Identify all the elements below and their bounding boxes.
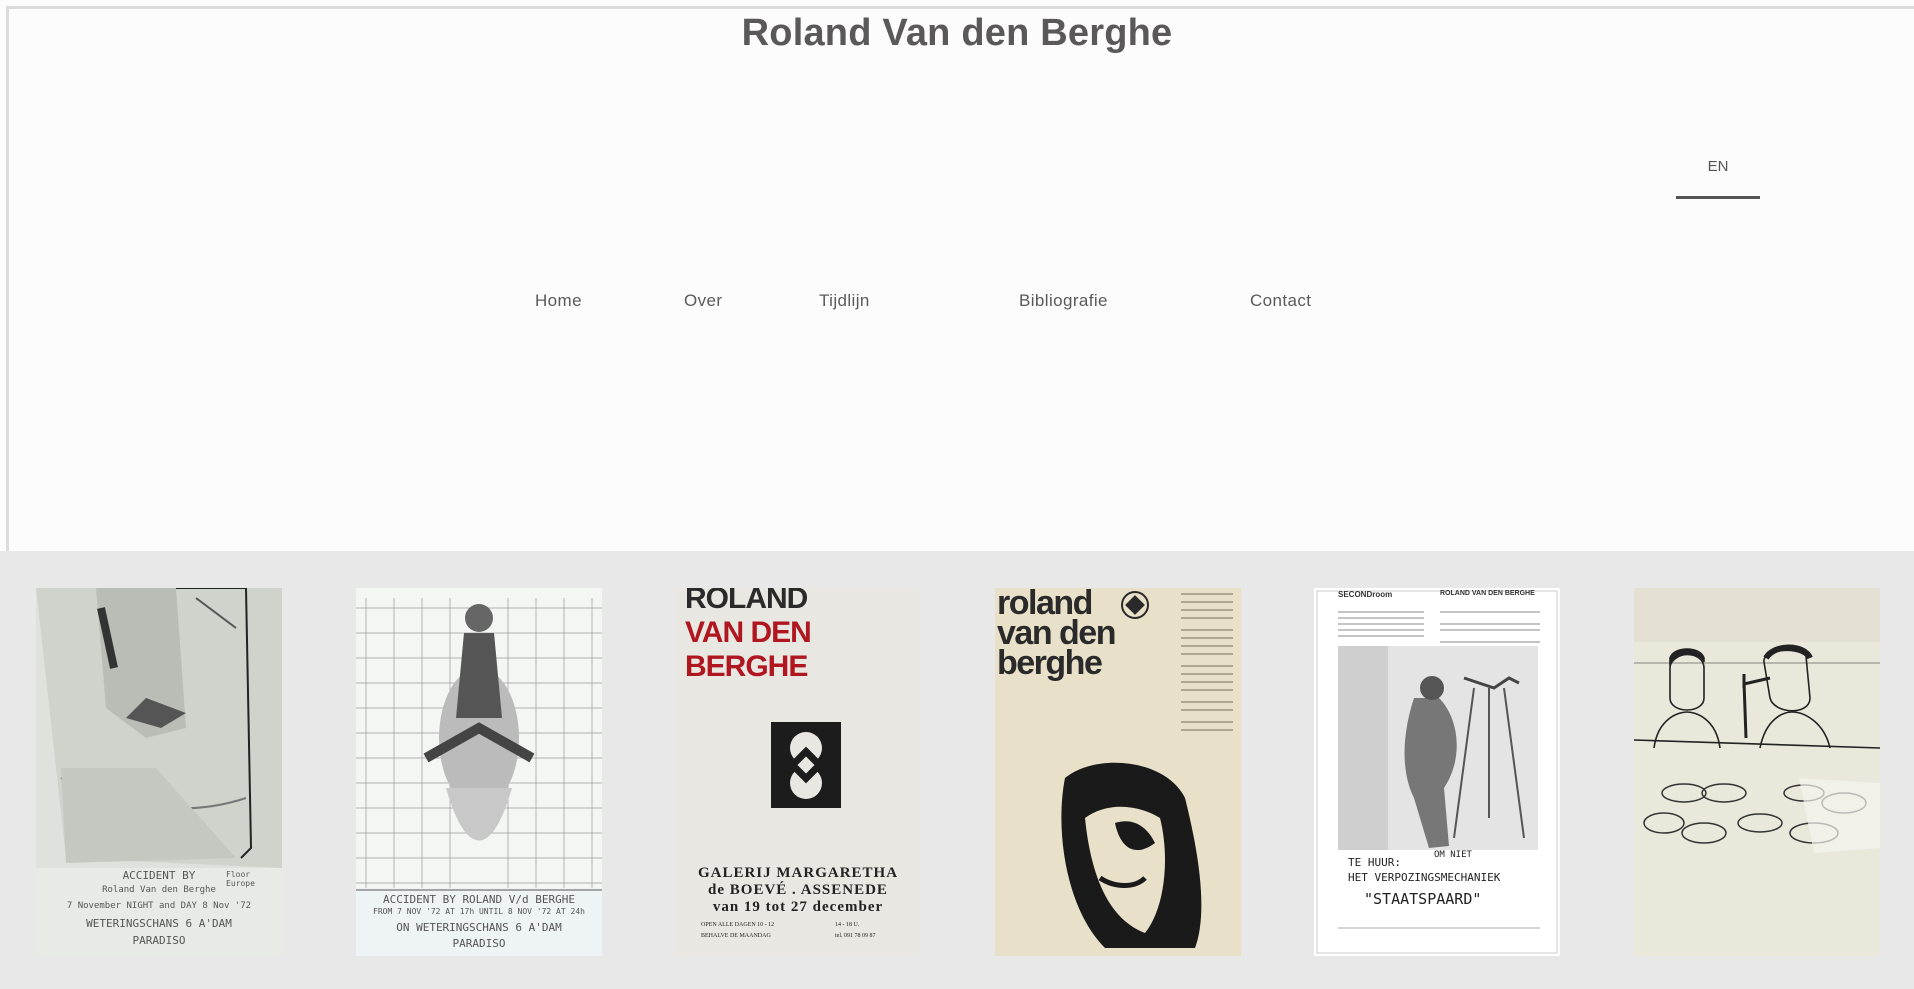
poster-5-header-right: ROLAND VAN DEN BERGHE (1440, 590, 1535, 597)
poster-3-line-3: van 19 tot 27 december (712, 899, 884, 915)
poster-5-header-left: SECONDroom (1338, 590, 1393, 599)
poster-3-headline-1: ROLAND (685, 588, 808, 615)
nav-item-home[interactable]: Home (535, 291, 582, 311)
poster-accident-2[interactable]: ACCIDENT BY ROLAND V/d BERGHE FROM 7 NOV… (356, 588, 602, 956)
poster-1-line-4: WETERINGSCHANS 6 A'DAM (86, 917, 232, 930)
nav-item-contact[interactable]: Contact (1250, 291, 1311, 311)
poster-accident-1[interactable]: ACCIDENT BY Roland Van den Berghe 7 Nove… (36, 588, 282, 956)
poster-2-line-1: ACCIDENT BY ROLAND V/d BERGHE (382, 893, 576, 906)
poster-5-line-4: "STAATSPAARD" (1364, 890, 1482, 908)
poster-2-line-3: ON WETERINGSCHANS 6 A'DAM (396, 921, 562, 934)
poster-two-figures-image (1634, 588, 1880, 956)
poster-3-small-right-2: tel. 091 78 09 87 (835, 933, 876, 939)
poster-3-small-left-2: BEHALVE DE MAANDAG (701, 933, 771, 939)
poster-5-line-1: TE HUUR: (1348, 856, 1401, 869)
poster-1-line-3: 7 November NIGHT and DAY 8 Nov '72 (66, 901, 252, 911)
nav-item-tijdlijn[interactable]: Tijdlijn (819, 291, 870, 311)
poster-5-line-3: HET VERPOZINGSMECHANIEK (1348, 871, 1501, 884)
site-title[interactable]: Roland Van den Berghe (0, 12, 1914, 55)
poster-roland-portrait[interactable]: roland van den berghe (995, 588, 1241, 956)
poster-two-figures[interactable] (1634, 588, 1880, 956)
nav-item-bibliografie[interactable]: Bibliografie (1019, 291, 1108, 311)
poster-1-side-text: Floor Europe (226, 870, 255, 888)
language-switch-en[interactable]: EN (1676, 158, 1760, 199)
poster-3-headline-2: VAN DEN BERGHE (685, 616, 812, 683)
poster-3-small-left-1: OPEN ALLE DAGEN 10 - 12 (701, 922, 775, 928)
poster-4-headline-3: berghe (997, 644, 1103, 682)
nav-item-over[interactable]: Over (684, 291, 722, 311)
page: Roland Van den Berghe EN Home Over Tijdl… (0, 0, 1914, 989)
poster-3-small-right-1: 14 - 18 U. (835, 922, 860, 928)
poster-galerij-margaretha[interactable]: ROLAND VAN DEN BERGHE GALERIJ MARGARETHA… (675, 588, 921, 956)
poster-2-line-4: PARADISO (452, 937, 506, 950)
poster-2-line-2: FROM 7 NOV '72 AT 17h UNTIL 8 NOV '72 AT… (373, 907, 585, 916)
poster-gallery: ACCIDENT BY Roland Van den Berghe 7 Nove… (0, 551, 1914, 989)
poster-3-line-2: de BOEVÉ . ASSENEDE (708, 882, 888, 898)
poster-3-line-1: GALERIJ MARGARETHA (697, 865, 899, 881)
poster-staatspaard[interactable]: SECONDroom ROLAND VAN DEN BERGHE TE HUUR… (1314, 588, 1560, 956)
poster-1-line-5: PARADISO (132, 934, 186, 947)
poster-5-line-2: OM NIET (1434, 850, 1472, 860)
